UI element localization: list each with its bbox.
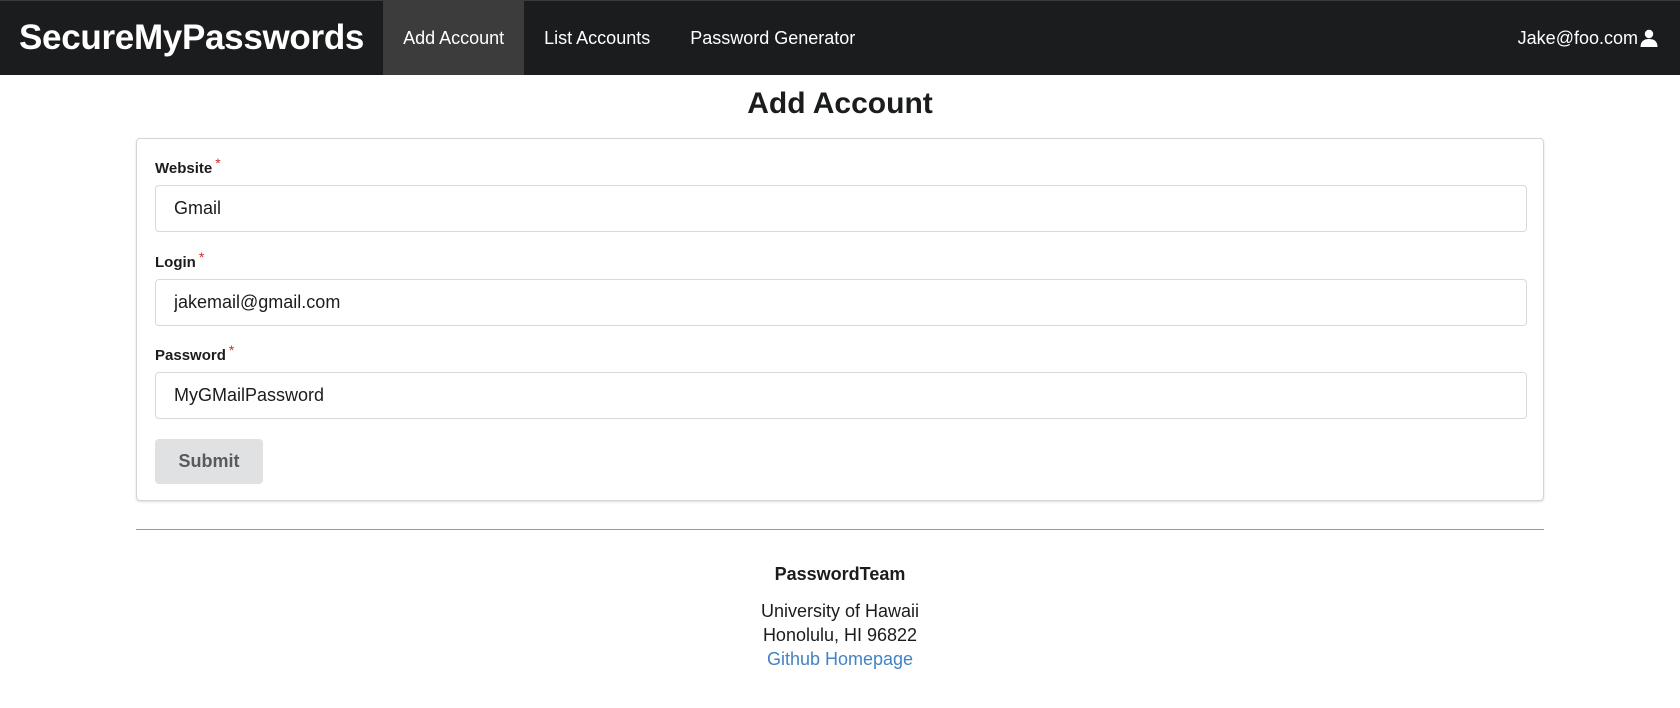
password-input[interactable] (155, 372, 1527, 419)
required-marker: * (198, 249, 205, 265)
footer-address-line2: Honolulu, HI 96822 (762, 625, 918, 645)
nav-add-account[interactable]: Add Account (383, 1, 525, 75)
website-label: Website * (155, 155, 221, 177)
top-navbar: SecureMyPasswords Add Account List Accou… (0, 0, 1680, 75)
login-label: Login * (155, 249, 204, 271)
footer-team-name: PasswordTeam (774, 564, 906, 584)
footer: PasswordTeam University of Hawaii Honolu… (0, 560, 1680, 671)
required-marker: * (228, 342, 235, 358)
login-label-text: Login (155, 254, 196, 271)
website-input[interactable] (155, 185, 1527, 232)
user-icon (1640, 29, 1658, 47)
website-label-text: Website (155, 160, 213, 177)
footer-address-line1: University of Hawaii (760, 601, 920, 621)
github-homepage-link[interactable]: Github Homepage (767, 649, 913, 669)
password-label-text: Password (155, 347, 226, 364)
nav-list-accounts[interactable]: List Accounts (524, 1, 670, 75)
user-email: Jake@foo.com (1517, 27, 1638, 48)
footer-divider (136, 529, 1544, 530)
password-label: Password * (155, 342, 234, 364)
add-account-form: Website* Login* Password* Submit (136, 138, 1544, 501)
brand-logo[interactable]: SecureMyPasswords (0, 1, 383, 75)
page-title: Add Account (747, 87, 933, 120)
login-input[interactable] (155, 279, 1527, 326)
submit-button[interactable]: Submit (155, 439, 263, 484)
required-marker: * (215, 155, 221, 171)
nav-password-generator[interactable]: Password Generator (670, 1, 875, 75)
user-menu[interactable]: Jake@foo.com (1498, 1, 1680, 75)
